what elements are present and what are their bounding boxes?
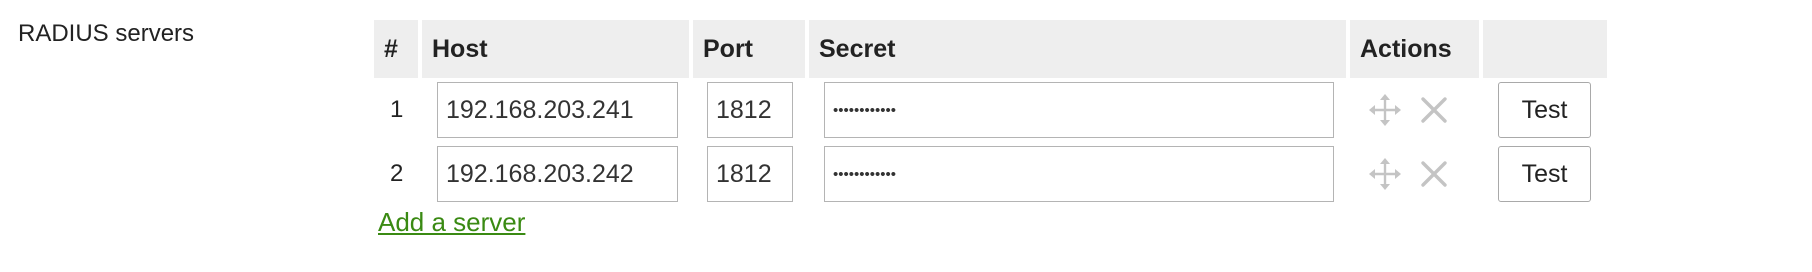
add-server-link[interactable]: Add a server (378, 207, 525, 238)
row-actions (1350, 78, 1479, 142)
port-input[interactable] (707, 82, 793, 138)
column-header-actions: Actions (1350, 20, 1479, 78)
row-number: 2 (390, 160, 404, 187)
secret-input[interactable] (824, 82, 1334, 138)
move-icon[interactable] (1368, 93, 1402, 127)
column-header-host: Host (422, 20, 689, 78)
close-icon[interactable] (1419, 159, 1449, 189)
host-input[interactable] (437, 146, 678, 202)
host-input[interactable] (437, 82, 678, 138)
table-header-row: # Host Port Secret Actions (374, 20, 1607, 78)
radius-servers-label: RADIUS servers (18, 20, 195, 47)
row-number: 1 (390, 96, 404, 123)
radius-servers-table: # Host Port Secret Actions 1 192.168.203… (370, 20, 1611, 206)
column-header-port: Port (693, 20, 805, 78)
column-header-secret: Secret (809, 20, 1346, 78)
table-row: 1 192.168.203.241 1812 •••••••••••• Test (374, 78, 1607, 142)
move-icon[interactable] (1368, 157, 1402, 191)
close-icon[interactable] (1419, 95, 1449, 125)
table-row: 2 192.168.203.242 1812 •••••••••••• Test (374, 142, 1607, 206)
test-button[interactable]: Test (1498, 146, 1591, 202)
port-input[interactable] (707, 146, 793, 202)
secret-input[interactable] (824, 146, 1334, 202)
column-header-test (1483, 20, 1607, 78)
row-actions (1350, 142, 1479, 206)
test-button[interactable]: Test (1498, 82, 1591, 138)
column-header-number: # (374, 20, 418, 78)
